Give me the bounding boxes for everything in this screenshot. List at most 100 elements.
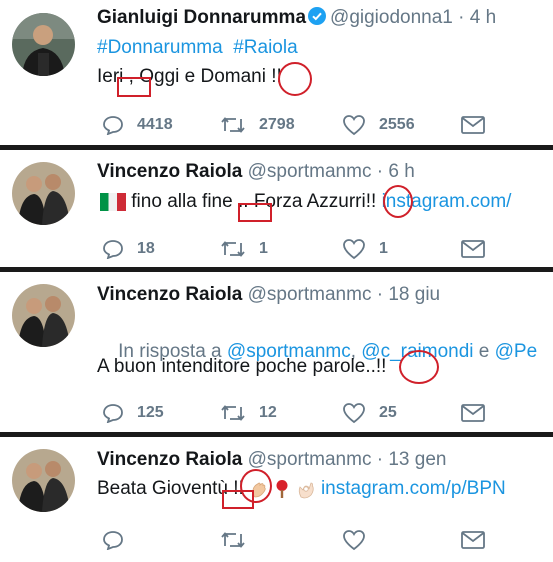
timestamp-separator: · xyxy=(376,161,384,182)
message-icon xyxy=(461,531,485,549)
tweet-text-part: !! xyxy=(375,356,387,377)
retweet-icon xyxy=(221,117,245,133)
retweet-button[interactable]: 2798 xyxy=(220,112,295,138)
display-name[interactable]: Vincenzo Raiola xyxy=(97,449,242,470)
tweet-2[interactable]: Vincenzo Raiola @sportmanmc · 6 h fino a… xyxy=(0,150,553,267)
retweet-count: 1 xyxy=(259,240,268,257)
action-bar: 4418 2798 2556 xyxy=(102,112,542,138)
timestamp-separator: · xyxy=(376,449,384,470)
tweet-text: Beata Gioventù !! instagram.com/p/BPN xyxy=(97,478,506,500)
reply-count: 18 xyxy=(137,240,155,257)
avatar[interactable] xyxy=(12,449,75,512)
direct-message-button[interactable] xyxy=(460,112,486,138)
tweet-header: Vincenzo Raiola @sportmanmc · 18 giu xyxy=(97,284,440,306)
retweet-icon xyxy=(221,532,245,548)
action-bar: 125 12 25 xyxy=(102,400,542,426)
avatar-image xyxy=(12,449,75,512)
direct-message-button[interactable] xyxy=(460,527,486,553)
tweet-text-part: !! xyxy=(365,191,377,212)
annotation-circle xyxy=(383,185,413,218)
tweet-header: Vincenzo Raiola @sportmanmc · 13 gen xyxy=(97,449,446,471)
annotation-circle xyxy=(240,469,272,503)
retweet-icon xyxy=(221,405,245,421)
like-icon xyxy=(343,115,365,136)
avatar[interactable] xyxy=(12,13,75,76)
annotation-rectangle xyxy=(238,203,272,222)
reply-and: e xyxy=(473,341,495,362)
retweet-count: 12 xyxy=(259,404,277,421)
reply-icon xyxy=(103,531,123,550)
like-button[interactable]: 2556 xyxy=(342,112,415,138)
tweet-3[interactable]: Vincenzo Raiola @sportmanmc · 18 giu In … xyxy=(0,272,553,432)
retweet-button[interactable]: 1 xyxy=(220,236,268,262)
annotation-circle xyxy=(278,62,312,96)
tweet-text-part: A buon intenditore poche parole xyxy=(97,356,366,377)
tweet-text-part: fino alla fine xyxy=(126,191,233,212)
annotation-circle xyxy=(399,350,439,384)
annotation-rectangle xyxy=(117,77,151,97)
display-name[interactable]: Vincenzo Raiola xyxy=(97,284,242,305)
like-icon xyxy=(343,530,365,551)
reply-button[interactable]: 4418 xyxy=(102,112,173,138)
ping-pong-icon xyxy=(276,479,288,498)
like-button[interactable]: 25 xyxy=(342,400,397,426)
like-count: 25 xyxy=(379,404,397,421)
retweet-button[interactable] xyxy=(220,527,259,553)
like-icon xyxy=(343,403,365,424)
avatar-image xyxy=(12,284,75,347)
timestamp-separator: · xyxy=(458,7,465,28)
reply-button[interactable]: 18 xyxy=(102,236,155,262)
message-icon xyxy=(461,116,485,134)
like-count: 2556 xyxy=(379,116,415,133)
timestamp[interactable]: 4 h xyxy=(470,7,496,28)
hashtags[interactable]: #Donnarumma #Raiola xyxy=(97,37,298,59)
user-handle[interactable]: @sportmanmc xyxy=(248,449,372,470)
timestamp[interactable]: 13 gen xyxy=(388,449,446,470)
ok-hand-icon xyxy=(298,482,314,499)
avatar[interactable] xyxy=(12,284,75,347)
reply-button[interactable] xyxy=(102,527,137,553)
avatar-image xyxy=(12,13,75,76)
reply-count: 4418 xyxy=(137,116,173,133)
reply-icon xyxy=(103,240,123,259)
tweet-text: A buon intenditore poche parole..!! xyxy=(97,356,386,378)
user-handle[interactable]: @sportmanmc xyxy=(248,284,372,305)
italy-flag-icon xyxy=(100,192,126,211)
like-button[interactable]: 1 xyxy=(342,236,388,262)
retweet-count: 2798 xyxy=(259,116,295,133)
message-icon xyxy=(461,240,485,258)
display-name[interactable]: Vincenzo Raiola xyxy=(97,161,242,182)
user-handle[interactable]: @sportmanmc xyxy=(248,161,372,182)
avatar[interactable] xyxy=(12,162,75,225)
message-icon xyxy=(461,404,485,422)
tweet-4[interactable]: Vincenzo Raiola @sportmanmc · 13 gen Bea… xyxy=(0,437,553,562)
tweet-text: fino alla fine .. Forza Azzurri!! instag… xyxy=(100,191,511,213)
tweet-1[interactable]: Gianluigi Donnarumma @gigiodonna1 · 4 h #… xyxy=(0,0,553,145)
direct-message-button[interactable] xyxy=(460,236,486,262)
like-button[interactable] xyxy=(342,527,379,553)
reply-icon xyxy=(103,404,123,423)
instagram-link[interactable]: instagram.com/p/BPN xyxy=(316,478,506,499)
like-icon xyxy=(343,239,365,260)
like-count: 1 xyxy=(379,240,388,257)
reply-count: 125 xyxy=(137,404,164,421)
tweet-header: Vincenzo Raiola @sportmanmc · 6 h xyxy=(97,161,415,183)
tweet-text-part: .. xyxy=(365,356,376,377)
timestamp[interactable]: 6 h xyxy=(388,161,414,182)
direct-message-button[interactable] xyxy=(460,400,486,426)
user-handle[interactable]: @gigiodonna1 xyxy=(330,7,453,28)
tweet-text-part: Beata Gioventù xyxy=(97,478,228,499)
reply-mention[interactable]: @Pe xyxy=(495,341,538,362)
reply-icon xyxy=(103,116,123,135)
action-bar xyxy=(102,527,542,553)
verified-badge-icon xyxy=(308,7,327,31)
avatar-image xyxy=(12,162,75,225)
display-name[interactable]: Gianluigi Donnarumma xyxy=(97,7,306,28)
retweet-icon xyxy=(221,241,245,257)
tweet-header: Gianluigi Donnarumma @gigiodonna1 · 4 h xyxy=(97,7,496,31)
action-bar: 18 1 1 xyxy=(102,236,542,262)
reply-button[interactable]: 125 xyxy=(102,400,164,426)
timestamp[interactable]: 18 giu xyxy=(388,284,440,305)
retweet-button[interactable]: 12 xyxy=(220,400,277,426)
timestamp-separator: · xyxy=(376,284,384,305)
